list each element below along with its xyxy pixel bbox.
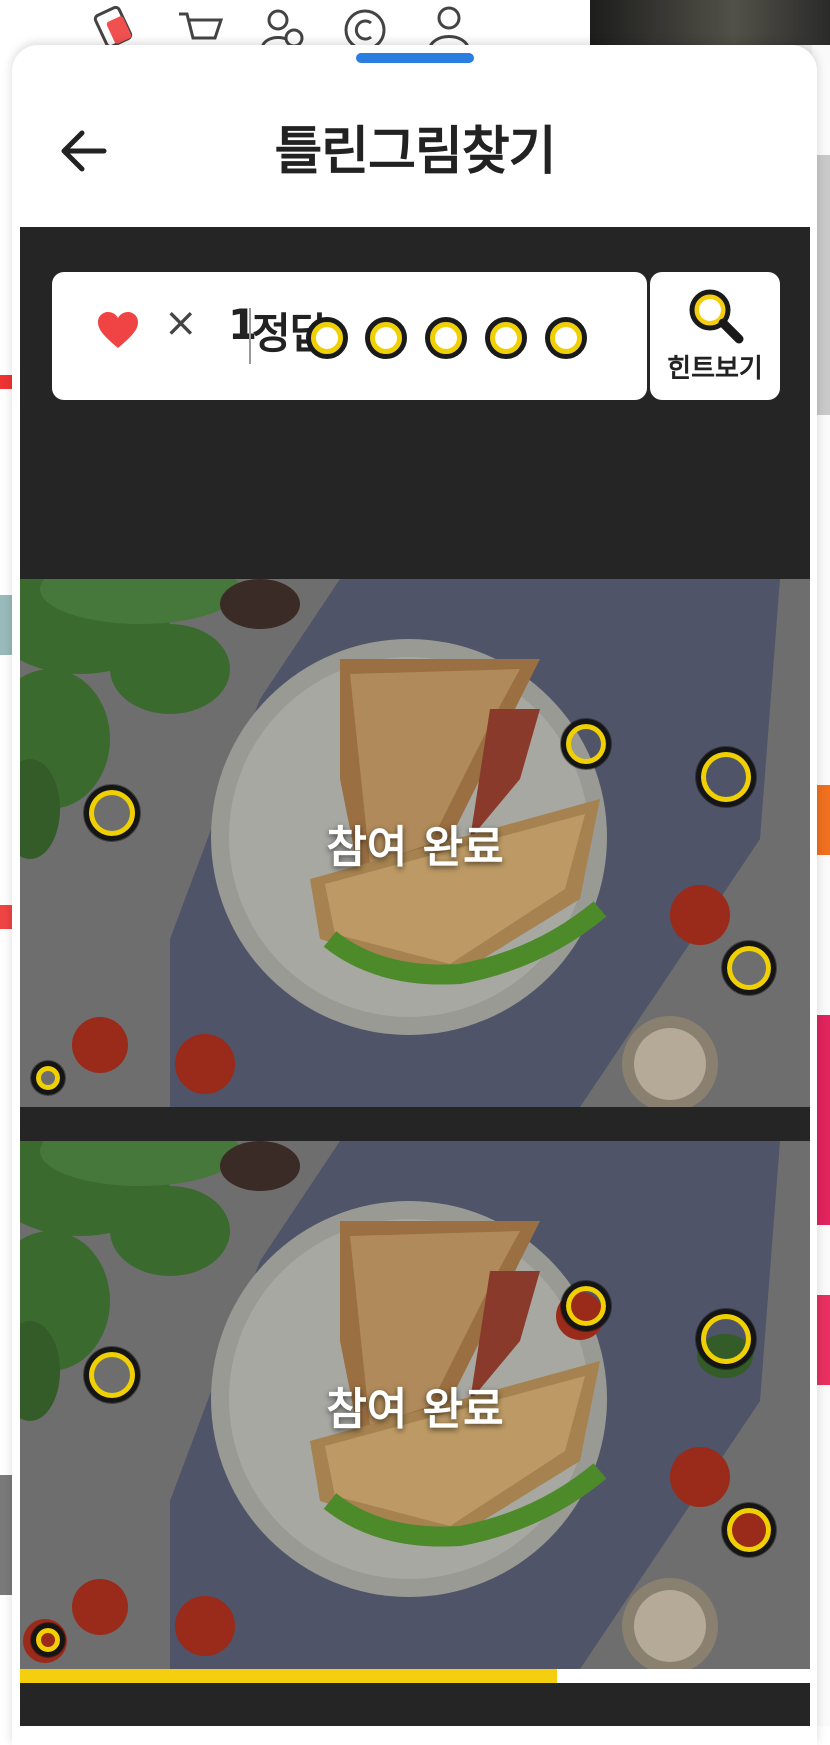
- difference-marker[interactable]: [722, 941, 776, 995]
- difference-marker[interactable]: [722, 1503, 776, 1557]
- magnifier-icon: [689, 289, 744, 344]
- picture-modified: 참여 완료: [20, 1141, 810, 1669]
- page-title: 틀린그림찾기: [274, 122, 556, 182]
- status-card: × 1 정답: [52, 272, 647, 400]
- difference-marker[interactable]: [696, 1309, 756, 1369]
- heart-icon: [98, 312, 138, 348]
- sheet-drag-handle[interactable]: [356, 53, 474, 63]
- answer-slot: [365, 317, 407, 359]
- difference-marker[interactable]: [31, 1623, 65, 1657]
- difference-marker[interactable]: [84, 1347, 140, 1403]
- picture-original: 참여 완료: [20, 579, 810, 1107]
- hint-label: 힌트보기: [667, 354, 763, 384]
- times-symbol: ×: [164, 300, 198, 346]
- text-cursor: [249, 308, 251, 364]
- game-area: × 1 정답 힌트보기 참여 완료 참여 완료: [20, 227, 810, 1726]
- difference-marker[interactable]: [561, 719, 611, 769]
- answer-slot: [485, 317, 527, 359]
- difference-marker[interactable]: [561, 1281, 611, 1331]
- time-progress-bar: [20, 1669, 810, 1683]
- difference-marker[interactable]: [696, 747, 756, 807]
- background-banner-image: [590, 0, 830, 45]
- hint-button[interactable]: 힌트보기: [650, 272, 780, 400]
- answer-slot: [306, 317, 348, 359]
- answer-slot: [425, 317, 467, 359]
- header: 틀린그림찾기: [20, 75, 810, 227]
- difference-marker[interactable]: [84, 785, 140, 841]
- answer-slot: [545, 317, 587, 359]
- time-progress-fill: [20, 1669, 558, 1683]
- difference-marker[interactable]: [31, 1061, 65, 1095]
